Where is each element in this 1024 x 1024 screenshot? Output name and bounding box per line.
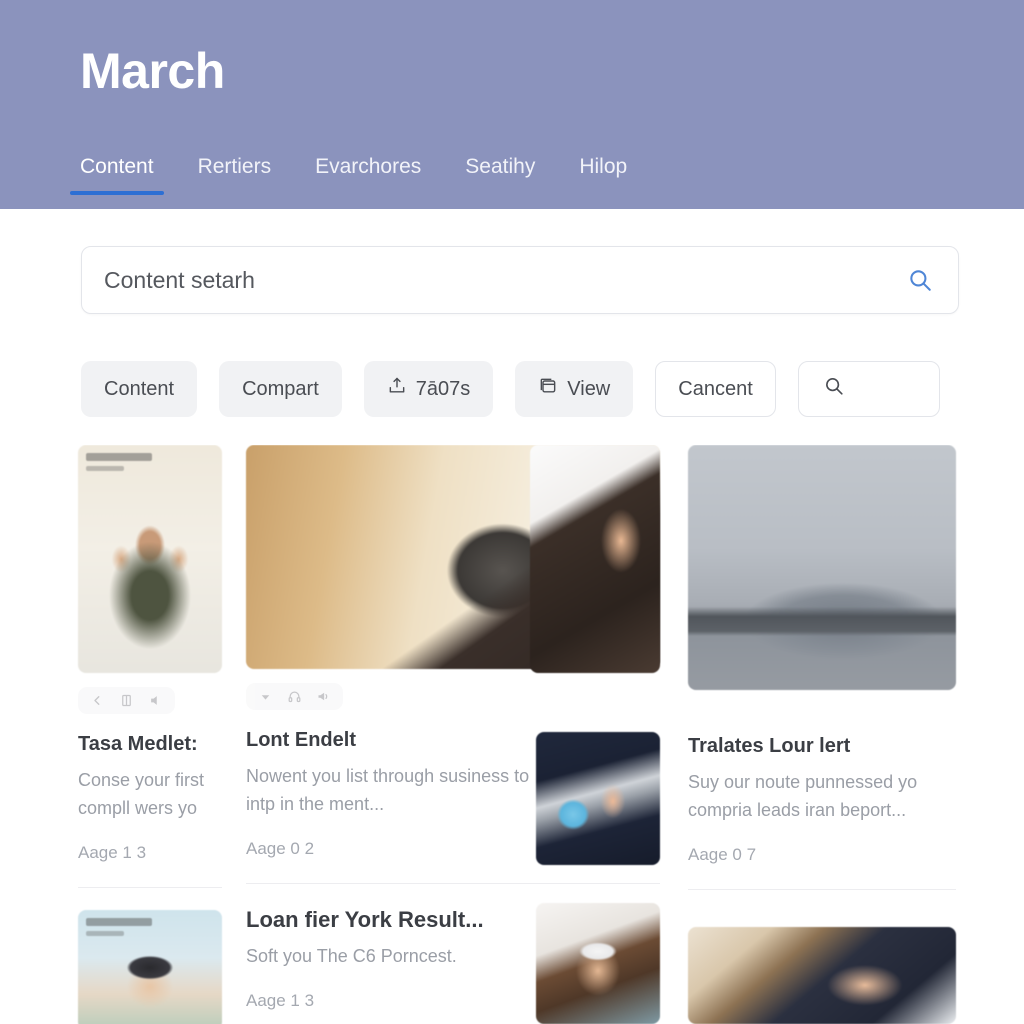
down-icon[interactable] — [258, 689, 273, 704]
card-image-woman-white-sunglasses[interactable] — [536, 903, 660, 1024]
tab-hilop[interactable]: Hilop — [579, 155, 627, 195]
card-divider — [246, 882, 660, 884]
card-divider — [688, 888, 956, 890]
megaphone-icon[interactable] — [316, 689, 331, 704]
tab-hilop-label: Hilop — [579, 155, 628, 178]
tab-seatihy[interactable]: Seatihy — [465, 155, 535, 195]
content-grid: Tasa Medlet: Conse your first compll wer… — [0, 445, 1024, 1024]
chip-compart[interactable]: Compart — [219, 361, 342, 417]
back-icon[interactable] — [90, 693, 105, 708]
app-header: March Content Rertiers Evarchores Seatih… — [0, 0, 1024, 209]
card-image-desk-scene[interactable] — [688, 927, 956, 1024]
card-meta: Aage 0 7 — [688, 844, 757, 864]
page-title: March — [80, 43, 225, 99]
card-action-pill[interactable] — [246, 683, 343, 710]
tab-evarchores-label: Evarchores — [315, 155, 422, 178]
card-title: Tralates Lour lert — [688, 735, 851, 757]
search-bar[interactable] — [81, 246, 959, 314]
image-overlay-caption — [86, 453, 158, 471]
card-action-pill[interactable] — [78, 687, 175, 714]
tab-rertiers[interactable]: Rertiers — [198, 155, 272, 195]
card-tralates-lour-lert[interactable]: Tralates Lour lert Suy our noute punness… — [688, 445, 956, 890]
card-description: Suy our noute punnessed yo compria leads… — [688, 772, 918, 820]
chip-compart-label: Compart — [242, 377, 319, 400]
search-icon[interactable] — [904, 264, 936, 296]
filter-chip-row: Content Compart 7ā07s View Cancent — [81, 361, 940, 417]
tab-rertiers-label: Rertiers — [197, 155, 272, 178]
chip-cancent[interactable]: Cancent — [655, 361, 776, 417]
tab-seatihy-label: Seatihy — [465, 155, 536, 178]
card-description: Conse your first compll wers yo — [78, 770, 205, 818]
headphones-icon[interactable] — [287, 689, 302, 704]
card-description: Nowent you list through susiness to intp… — [246, 766, 530, 814]
grid-column-1: Tasa Medlet: Conse your first compll wer… — [78, 445, 222, 1024]
share-icon — [387, 376, 407, 402]
tab-evarchores[interactable]: Evarchores — [315, 155, 421, 195]
window-icon — [538, 376, 558, 402]
primary-nav: Content Rertiers Evarchores Seatihy Hilo… — [70, 155, 627, 195]
card-image-woman-sunglasses[interactable] — [78, 909, 222, 1024]
speaker-icon[interactable] — [148, 693, 163, 708]
card-divider — [78, 886, 222, 888]
card-meta: Aage 1 3 — [78, 842, 147, 862]
card-image-grey-mountain-lake[interactable] — [688, 445, 956, 690]
chip-share-count-label: 7ā07s — [415, 377, 471, 400]
image-overlay-caption — [86, 917, 158, 936]
card-bottom-left-thumb[interactable] — [78, 909, 222, 1024]
chip-view[interactable]: View — [515, 361, 634, 417]
tab-content-label: Content — [80, 155, 154, 178]
book-icon[interactable] — [119, 693, 134, 708]
chip-content[interactable]: Content — [81, 361, 198, 417]
chip-view-label: View — [567, 377, 611, 400]
tab-content[interactable]: Content — [70, 155, 164, 195]
card-tasa-medlet[interactable]: Tasa Medlet: Conse your first compll wer… — [78, 445, 222, 888]
chip-share-count[interactable]: 7ā07s — [363, 361, 494, 417]
search-icon — [823, 375, 845, 403]
chip-search[interactable] — [797, 361, 940, 417]
search-input[interactable] — [104, 266, 904, 294]
card-title: Tasa Medlet: — [78, 733, 198, 755]
card-image-suit-with-phone[interactable] — [536, 732, 660, 865]
card-image-suit-handshake — [530, 445, 660, 673]
card-image-person-in-room[interactable] — [78, 445, 222, 673]
chip-content-label: Content — [104, 377, 175, 400]
chip-cancent-label: Cancent — [678, 377, 753, 400]
grid-column-3: Tralates Lour lert Suy our noute punness… — [688, 445, 956, 890]
